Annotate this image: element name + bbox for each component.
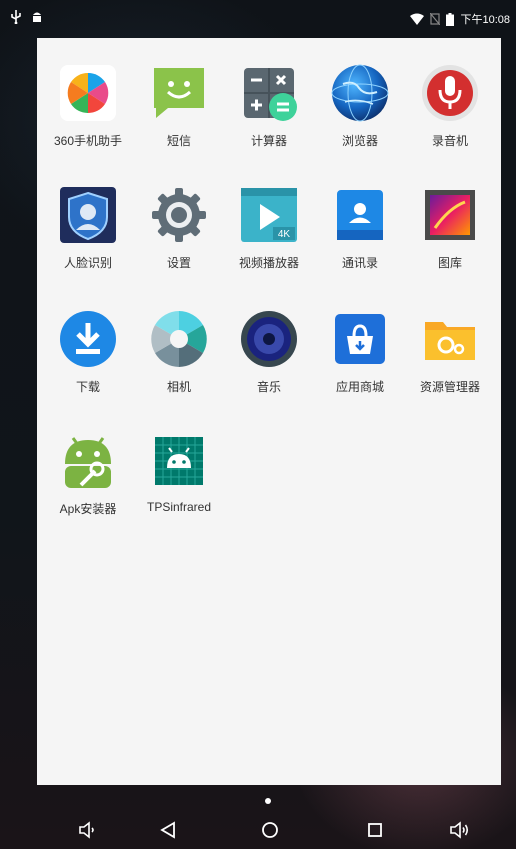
app-label: 人脸识别 xyxy=(63,256,112,270)
app-label: 图库 xyxy=(437,256,462,270)
browser-icon xyxy=(329,62,391,124)
app-360-assistant[interactable]: 360手机助手 xyxy=(42,62,134,149)
status-time: 下午10:08 xyxy=(460,14,510,26)
page-indicator-dot xyxy=(265,798,271,804)
app-label: 相机 xyxy=(166,380,191,394)
download-icon xyxy=(57,308,119,370)
back-icon[interactable] xyxy=(156,818,180,842)
app-settings[interactable]: 设置 xyxy=(133,184,225,271)
app-file-manager[interactable]: 资源管理器 xyxy=(404,308,496,395)
app-calculator[interactable]: 计算器 xyxy=(223,62,315,149)
app-label: 音乐 xyxy=(256,380,281,394)
app-label: 浏览器 xyxy=(341,134,378,148)
app-grid: 360手机助手 短信 计算器 浏览器 录音机 人脸识别 设置 4K 视频播放器 … xyxy=(37,38,501,785)
app-store-icon xyxy=(329,308,391,370)
volume-up-icon[interactable] xyxy=(448,818,472,842)
status-bar: 下午10:08 xyxy=(0,0,516,38)
app-store[interactable]: 应用商城 xyxy=(314,308,406,395)
calculator-icon xyxy=(238,62,300,124)
video-4k-badge: 4K xyxy=(278,229,291,240)
app-label: 计算器 xyxy=(250,134,287,148)
usb-icon xyxy=(10,10,22,24)
video-player-icon: 4K xyxy=(238,184,300,246)
app-label: 下载 xyxy=(75,380,100,394)
app-tpsinfrared[interactable]: TPSinfrared xyxy=(133,430,225,514)
app-label: 设置 xyxy=(166,256,191,270)
app-music[interactable]: 音乐 xyxy=(223,308,315,395)
app-gallery[interactable]: 图库 xyxy=(404,184,496,271)
contacts-icon xyxy=(329,184,391,246)
home-screen: 下午10:08 360手机助手 短信 计算器 浏览器 录音机 人脸识别 设置 4… xyxy=(0,0,516,849)
navigation-bar xyxy=(0,790,516,849)
app-label: 视频播放器 xyxy=(238,256,299,270)
app-contacts[interactable]: 通讯录 xyxy=(314,184,406,271)
face-recognition-icon xyxy=(57,184,119,246)
file-manager-icon xyxy=(419,308,481,370)
app-label: 360手机助手 xyxy=(53,134,123,148)
app-label: TPSinfrared xyxy=(146,500,212,514)
app-label: 短信 xyxy=(166,134,191,148)
app-label: 应用商城 xyxy=(335,380,384,394)
wifi-icon xyxy=(410,13,425,25)
app-browser[interactable]: 浏览器 xyxy=(314,62,406,149)
app-label: 通讯录 xyxy=(341,256,378,270)
app-label: 录音机 xyxy=(431,134,468,148)
app-messaging[interactable]: 短信 xyxy=(133,62,225,149)
camera-icon xyxy=(148,308,210,370)
battery-icon xyxy=(446,12,455,26)
apk-installer-icon xyxy=(57,430,119,492)
volume-down-icon[interactable] xyxy=(76,818,100,842)
recents-icon[interactable] xyxy=(363,818,387,842)
tpsinfrared-icon xyxy=(148,430,210,492)
360-assistant-icon xyxy=(57,62,119,124)
music-icon xyxy=(238,308,300,370)
recorder-icon xyxy=(419,62,481,124)
app-face-recognition[interactable]: 人脸识别 xyxy=(42,184,134,271)
app-camera[interactable]: 相机 xyxy=(133,308,225,395)
no-sim-icon xyxy=(430,13,441,25)
app-recorder[interactable]: 录音机 xyxy=(404,62,496,149)
android-debug-icon xyxy=(32,10,42,24)
messaging-icon xyxy=(148,62,210,124)
app-label: 资源管理器 xyxy=(419,380,480,394)
home-icon[interactable] xyxy=(258,818,282,842)
app-video-player[interactable]: 4K 视频播放器 xyxy=(223,184,315,271)
app-apk-installer[interactable]: Apk安装器 xyxy=(42,430,134,517)
gallery-icon xyxy=(419,184,481,246)
app-download[interactable]: 下载 xyxy=(42,308,134,395)
settings-icon xyxy=(148,184,210,246)
app-drawer: 360手机助手 短信 计算器 浏览器 录音机 人脸识别 设置 4K 视频播放器 … xyxy=(37,38,501,785)
app-label: Apk安装器 xyxy=(59,502,117,516)
